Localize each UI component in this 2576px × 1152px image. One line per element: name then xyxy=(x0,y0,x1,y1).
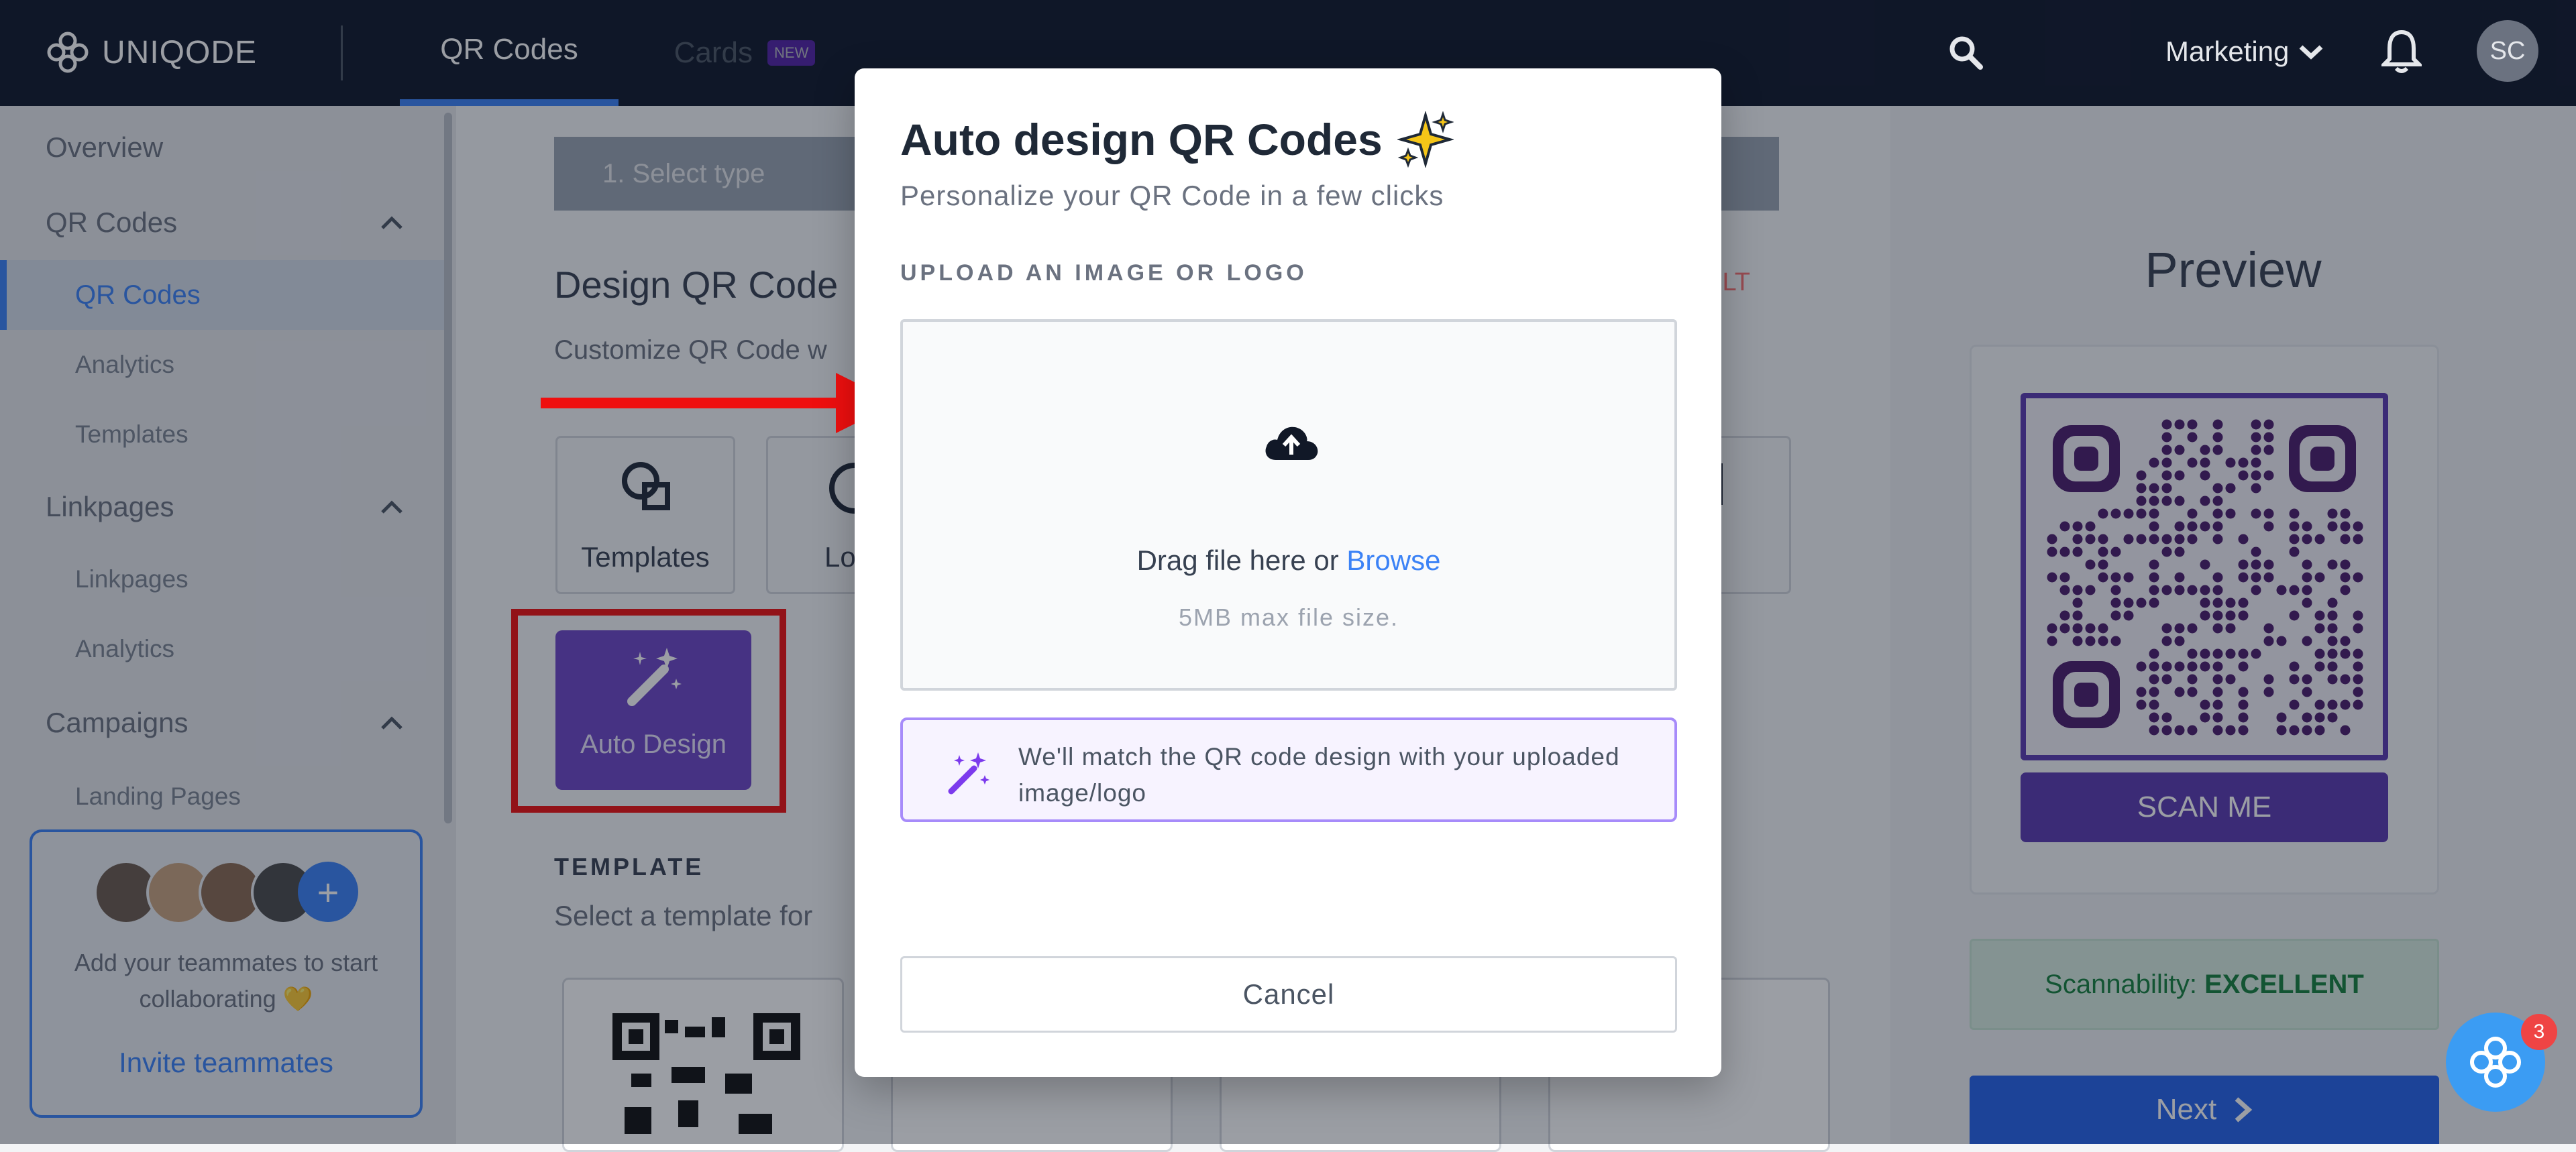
auto-design-modal: Auto design QR Codes Personalize your QR… xyxy=(855,68,1721,1077)
max-file-size: 5MB max file size. xyxy=(1178,603,1399,631)
browse-link[interactable]: Browse xyxy=(1346,544,1440,576)
bell-icon[interactable] xyxy=(2381,28,2422,75)
notification-badge: 3 xyxy=(2521,1014,2557,1050)
drag-text: Drag file here or Browse xyxy=(903,544,1674,577)
file-dropzone[interactable]: Drag file here or Browse 5MB max file si… xyxy=(900,319,1677,691)
workspace-name: Marketing xyxy=(2165,36,2290,67)
modal-title: Auto design QR Codes xyxy=(900,111,1454,168)
modal-title-text: Auto design QR Codes xyxy=(900,115,1383,164)
info-text: We'll match the QR code design with your… xyxy=(1018,743,1620,807)
user-avatar[interactable]: SC xyxy=(2477,20,2538,82)
cancel-button[interactable]: Cancel xyxy=(900,956,1677,1033)
search-icon[interactable] xyxy=(1947,34,1984,71)
cloud-upload-icon xyxy=(1265,426,1318,460)
chevron-down-icon xyxy=(2300,45,2323,60)
workspace-selector[interactable]: Marketing xyxy=(2165,28,2324,75)
chat-widget-icon xyxy=(2470,1037,2521,1088)
modal-subtitle: Personalize your QR Code in a few clicks xyxy=(900,180,1444,211)
upload-label: UPLOAD AN IMAGE OR LOGO xyxy=(900,260,1307,286)
annotation-arrow-icon xyxy=(541,373,896,433)
sparkles-icon xyxy=(1397,111,1454,168)
info-banner: We'll match the QR code design with your… xyxy=(900,717,1677,822)
magic-wand-icon xyxy=(948,752,989,795)
drag-label: Drag file here or xyxy=(1136,544,1339,576)
